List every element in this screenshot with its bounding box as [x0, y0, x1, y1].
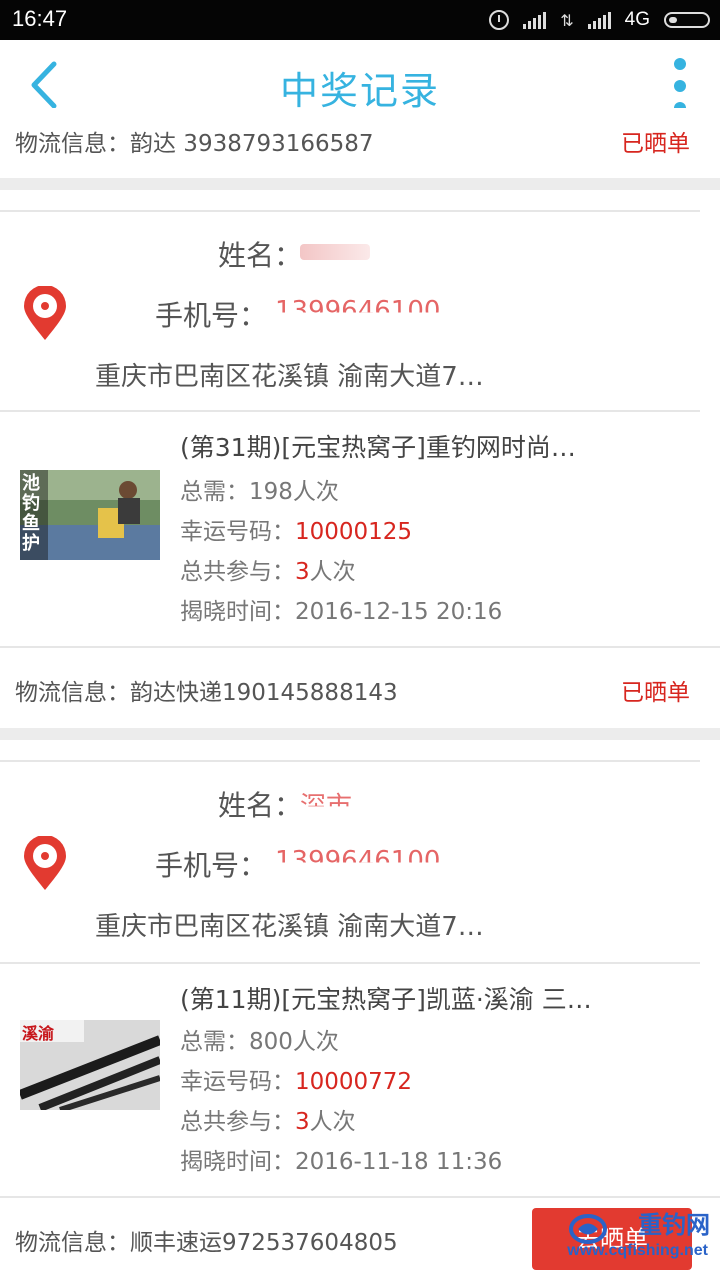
name-label: 姓名：	[218, 789, 303, 822]
total-label: 总需：	[180, 1029, 249, 1055]
join-label: 总共参与：	[180, 1109, 295, 1135]
watermark-url: www.cqfishing.net	[567, 1242, 708, 1259]
join-unit: 人次	[309, 1109, 356, 1135]
lucky-value: 10000772	[295, 1069, 413, 1095]
status-time: 16:47	[12, 6, 68, 31]
divider	[0, 210, 700, 212]
product-title: (第11期)[元宝热窝子]凯蓝·溪渝 三…	[180, 985, 592, 1014]
logistics-row: 物流信息：韵达 3938793166587 已晒单	[0, 108, 720, 178]
more-dot	[674, 80, 686, 92]
name-value: 深市	[300, 792, 353, 822]
join-count: 3	[295, 559, 310, 585]
join-count: 3	[295, 1109, 310, 1135]
total-needed: 总需：800人次	[180, 1022, 339, 1056]
redacted-mask	[300, 244, 370, 260]
time-label: 揭晓时间：	[180, 1149, 295, 1175]
reveal-time: 揭晓时间：2016-11-18 11:36	[180, 1142, 502, 1176]
signal-icon	[523, 11, 547, 29]
product-title: (第31期)[元宝热窝子]重钓网时尚…	[180, 433, 576, 462]
logistics-row: 物流信息：韵达快递190145888143 已晒单	[0, 648, 720, 728]
phone-label: 手机号：	[155, 849, 268, 882]
logistics-info: 物流信息：顺丰速运972537604805	[15, 1230, 398, 1256]
more-button[interactable]	[670, 58, 690, 114]
participation: 总共参与：3人次	[180, 1102, 356, 1136]
time-label: 揭晓时间：	[180, 599, 295, 625]
total-needed: 总需：198人次	[180, 472, 339, 506]
status-icons: ⇅ 4G	[489, 7, 710, 33]
battery-icon	[664, 12, 710, 28]
lucky-label: 幸运号码：	[180, 519, 295, 545]
phone-label: 手机号：	[155, 299, 268, 332]
lucky-number: 幸运号码：10000125	[180, 512, 412, 546]
network-type: 4G	[624, 9, 650, 30]
lucky-value: 10000125	[295, 519, 413, 545]
total-label: 总需：	[180, 479, 249, 505]
shared-status[interactable]: 已晒单	[621, 124, 690, 158]
time-value: 2016-11-18 11:36	[295, 1149, 503, 1175]
lucky-label: 幸运号码：	[180, 1069, 295, 1095]
status-bar: 16:47 ⇅ 4G	[0, 0, 720, 40]
section-divider	[0, 178, 720, 190]
time-value: 2016-12-15 20:16	[295, 599, 503, 625]
phone-value: 1399646100	[275, 296, 441, 326]
data-transfer-icon: ⇅	[560, 10, 574, 30]
total-value: 198人次	[249, 479, 339, 505]
location-pin-icon	[24, 836, 66, 890]
shared-status[interactable]: 已晒单	[621, 673, 690, 707]
thumb-caption: 溪渝	[22, 1024, 55, 1043]
product-thumbnail: 池钓鱼护	[20, 470, 160, 560]
lucky-number: 幸运号码：10000772	[180, 1062, 412, 1096]
name-label: 姓名：	[218, 239, 303, 272]
product-thumbnail: 溪渝	[20, 1020, 160, 1110]
section-divider	[0, 728, 720, 740]
alarm-icon	[489, 10, 510, 30]
logistics-info: 物流信息：韵达快递190145888143	[15, 680, 398, 706]
address-line: 重庆市巴南区花溪镇 渝南大道7…	[95, 362, 484, 392]
total-value: 800人次	[249, 1029, 339, 1055]
watermark-logo: 重钓网 www.cqfishing.net	[564, 1208, 714, 1272]
participation: 总共参与：3人次	[180, 552, 356, 586]
watermark-text: 重钓网	[638, 1212, 710, 1239]
page-title: 中奖记录	[279, 69, 440, 113]
reveal-time: 揭晓时间：2016-12-15 20:16	[180, 592, 502, 626]
address-line: 重庆市巴南区花溪镇 渝南大道7…	[95, 912, 484, 942]
divider	[0, 760, 700, 762]
thumb-caption: 池钓鱼护	[22, 473, 40, 554]
logistics-info: 物流信息：韵达 3938793166587	[15, 131, 374, 157]
more-dot	[674, 58, 686, 70]
join-unit: 人次	[309, 559, 356, 585]
divider	[0, 962, 700, 964]
signal-icon-2	[587, 11, 611, 29]
phone-value: 1399646100	[275, 846, 441, 876]
name-value	[300, 234, 370, 267]
location-pin-icon	[24, 286, 66, 340]
divider	[0, 410, 700, 412]
fish-logo-icon	[569, 1214, 607, 1244]
join-label: 总共参与：	[180, 559, 295, 585]
